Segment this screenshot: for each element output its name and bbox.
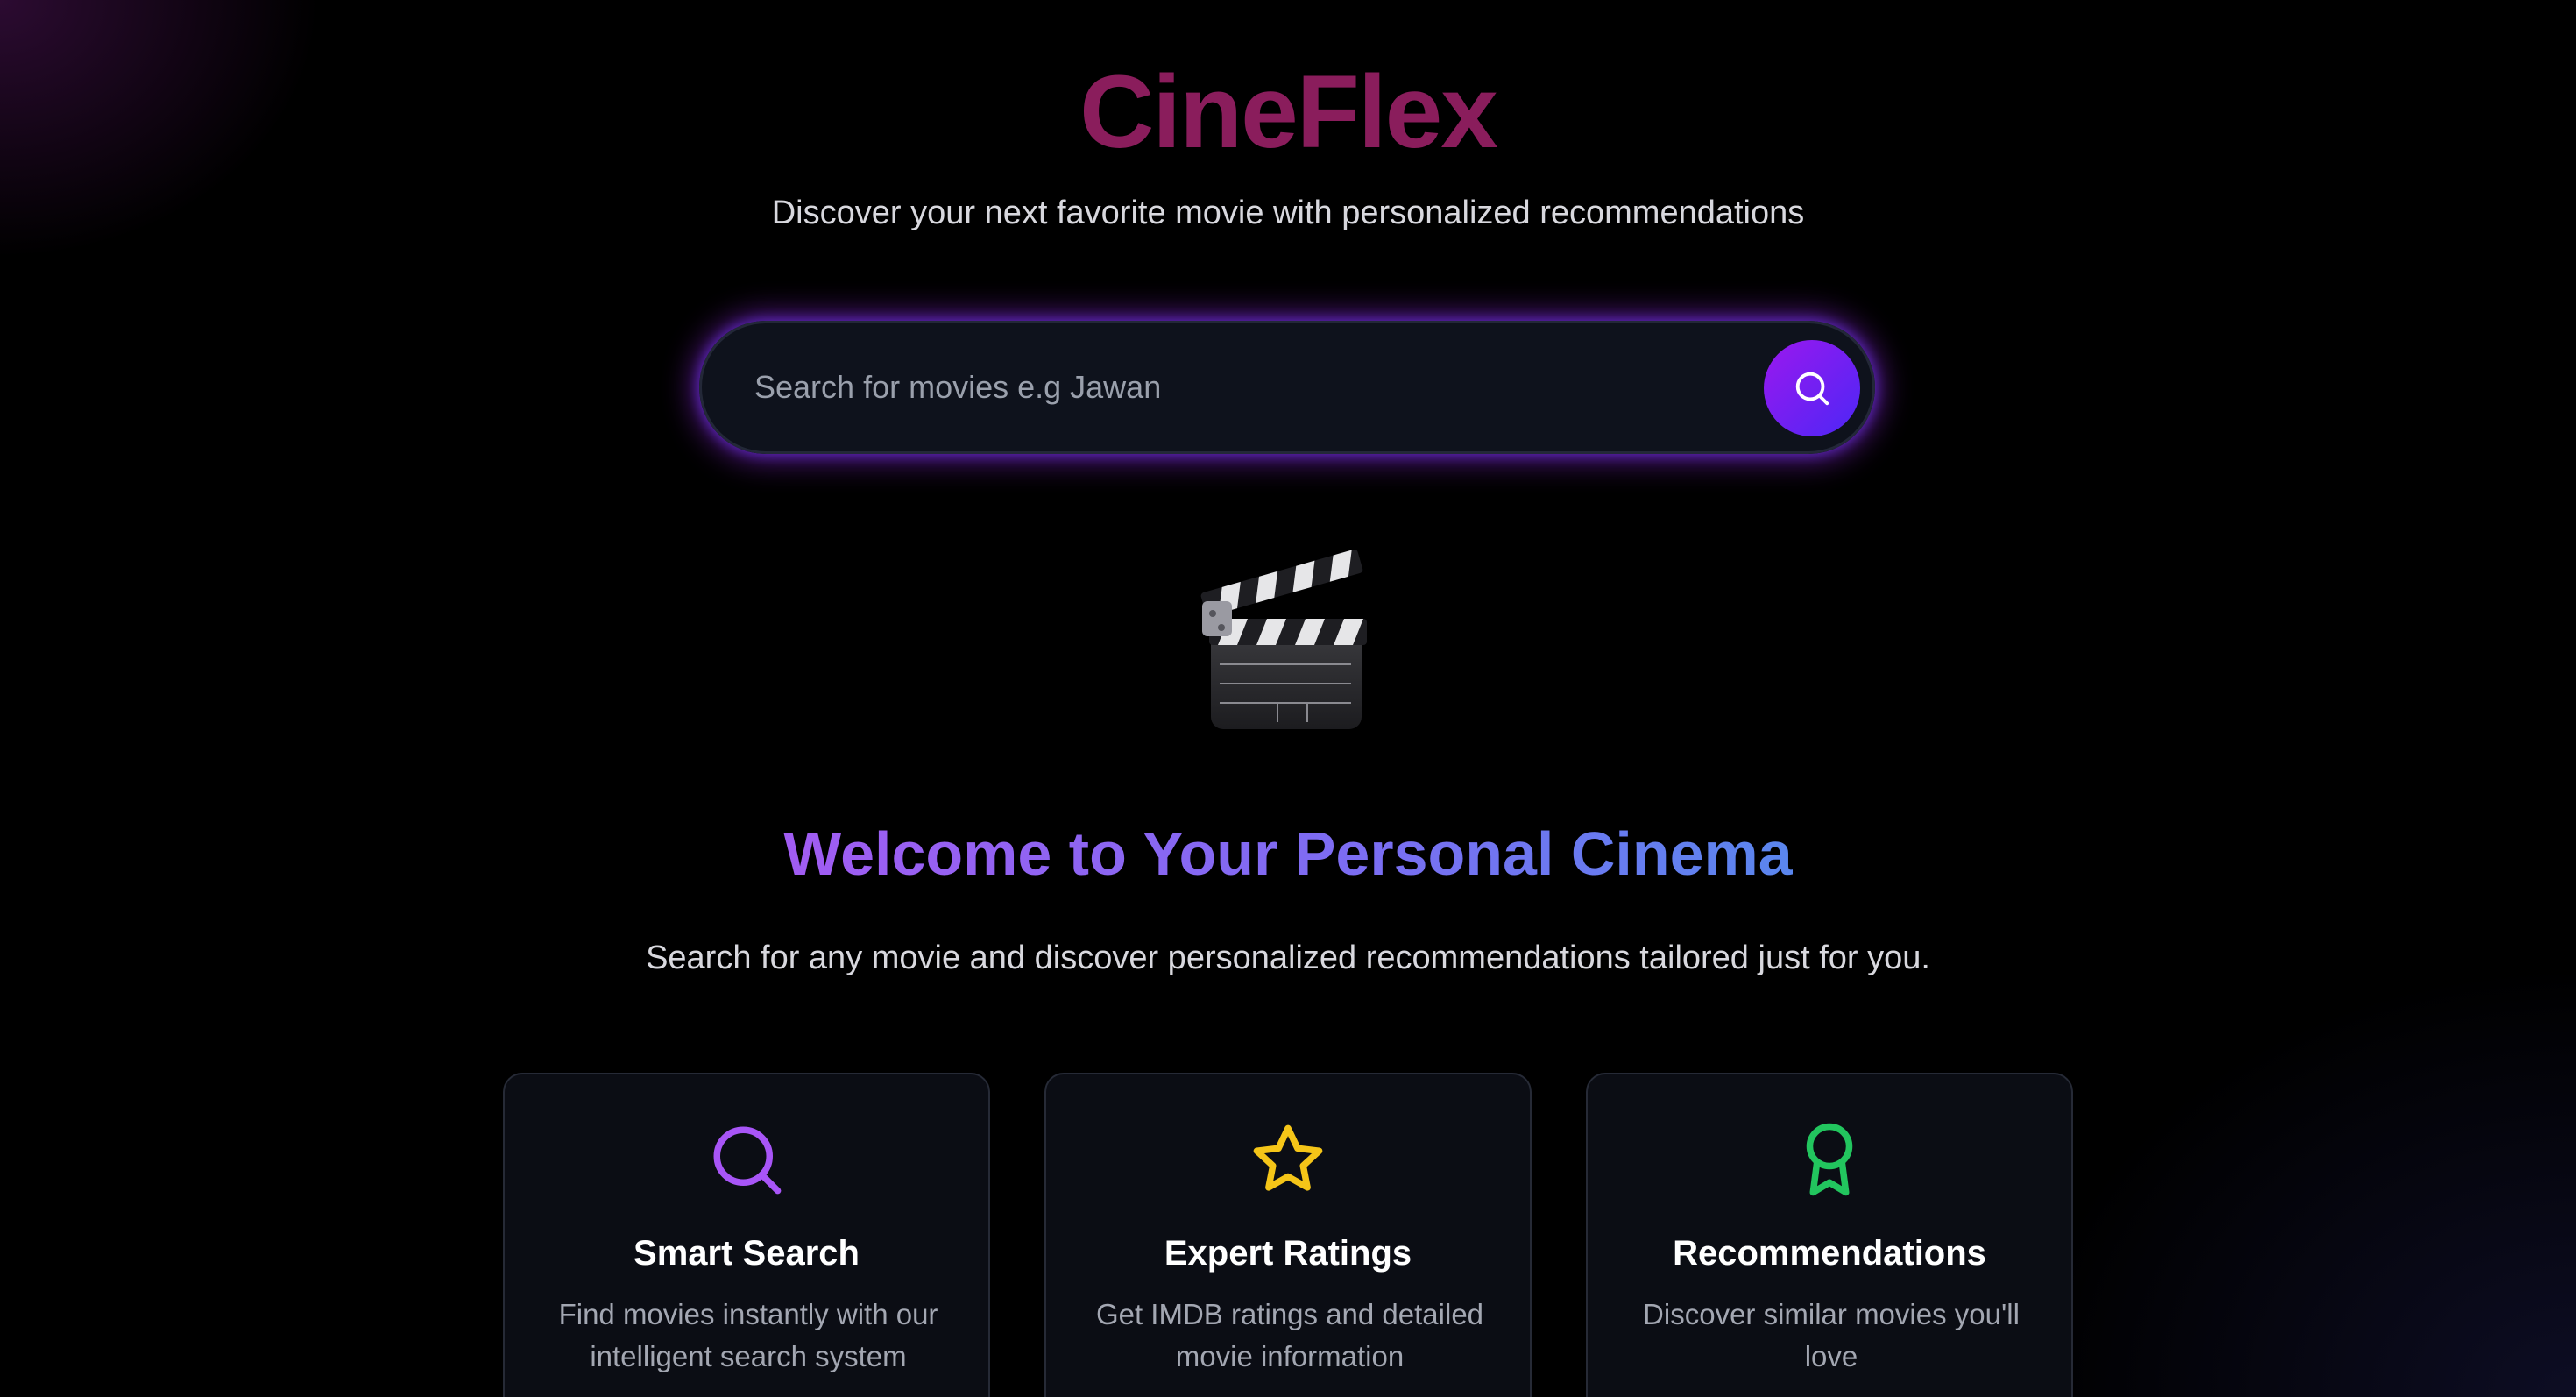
welcome-heading: Welcome to Your Personal Cinema: [0, 819, 2576, 889]
clapper-board-icon: [1200, 550, 1367, 729]
search-input[interactable]: [754, 323, 1701, 451]
search-bar: [699, 321, 1875, 454]
feature-title: Recommendations: [1673, 1234, 1986, 1273]
page: CineFlex Discover your next favorite mov…: [0, 0, 2576, 1397]
feature-title: Smart Search: [633, 1234, 860, 1273]
feature-description: Find movies instantly with our intellige…: [558, 1298, 938, 1372]
search-icon: [1795, 372, 1829, 406]
feature-description: Get IMDB ratings and detailed movie info…: [1095, 1298, 1484, 1372]
star-icon: [1253, 1124, 1323, 1191]
welcome-subtitle: Search for any movie and discover person…: [646, 940, 1930, 976]
welcome-heading-text: Welcome to Your Personal Cinema: [783, 819, 1793, 888]
feature-card-smart-search: Smart Search Find movies instantly with …: [503, 1073, 990, 1397]
feature-card-expert-ratings: Expert Ratings Get IMDB ratings and deta…: [1044, 1073, 1532, 1397]
search-button[interactable]: [1764, 340, 1860, 436]
award-icon: [1806, 1123, 1853, 1196]
search-icon: [713, 1126, 782, 1195]
app-logo[interactable]: CineFlex: [0, 53, 2576, 172]
feature-card-recommendations: Recommendations Discover similar movies …: [1586, 1073, 2073, 1397]
tagline: Discover your next favorite movie with p…: [771, 195, 1805, 231]
feature-description: Discover similar movies you'll love: [1643, 1298, 2020, 1372]
feature-title: Expert Ratings: [1164, 1234, 1412, 1273]
